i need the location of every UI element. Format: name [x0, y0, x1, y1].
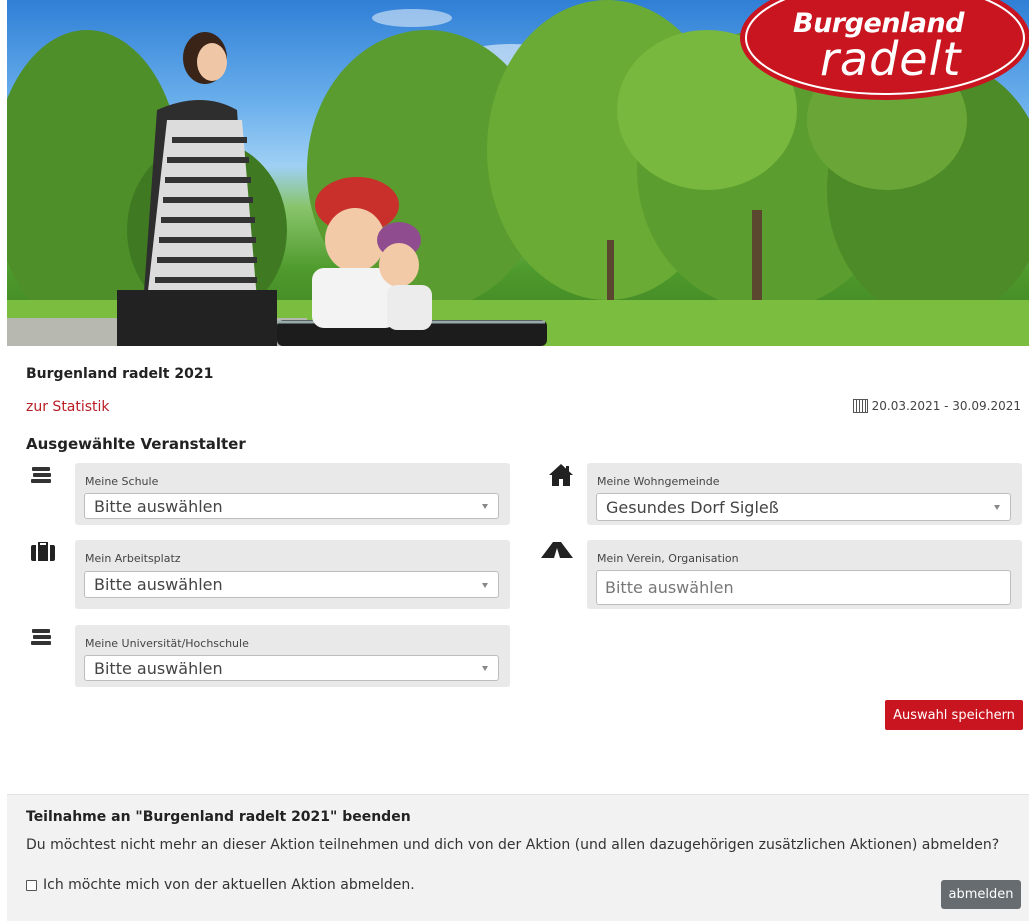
workplace-label: Mein Arbeitsplatz [85, 552, 181, 565]
workplace-group: Mein Arbeitsplatz Bitte auswählen [75, 540, 510, 609]
chevron-down-icon [994, 505, 1000, 510]
university-group: Meine Universität/Hochschule Bitte auswä… [75, 625, 510, 687]
home-icon [549, 464, 573, 486]
leave-confirm-checkbox[interactable] [26, 879, 37, 891]
leave-confirm-option[interactable]: Ich möchte mich von der aktuellen Aktion… [26, 877, 415, 893]
club-input[interactable]: Bitte auswählen [596, 570, 1011, 605]
unsubscribe-button[interactable]: abmelden [941, 880, 1021, 909]
school-group: Meine Schule Bitte auswählen [75, 463, 510, 525]
leave-event-section: Teilnahme an "Burgenland radelt 2021" be… [7, 794, 1029, 921]
chevron-down-icon [482, 582, 488, 588]
municipality-label: Meine Wohngemeinde [597, 475, 720, 488]
university-label: Meine Universität/Hochschule [85, 637, 249, 650]
calendar-icon [852, 399, 868, 413]
school-select[interactable]: Bitte auswählen [84, 493, 499, 519]
club-input-placeholder: Bitte auswählen [605, 578, 734, 597]
workplace-select[interactable]: Bitte auswählen [84, 571, 499, 598]
books-icon [31, 467, 51, 483]
books-icon [31, 629, 51, 645]
club-group: Mein Verein, Organisation Bitte auswähle… [587, 540, 1022, 609]
tent-icon [541, 542, 573, 558]
club-label: Mein Verein, Organisation [597, 552, 739, 565]
statistics-link[interactable]: zur Statistik [26, 399, 110, 415]
event-title: Burgenland radelt 2021 [26, 366, 214, 382]
chevron-down-icon [482, 666, 488, 671]
leave-title: Teilnahme an "Burgenland radelt 2021" be… [26, 809, 411, 825]
hero-banner: Burgenland radelt [7, 0, 1029, 346]
school-select-value: Bitte auswählen [94, 496, 223, 516]
municipality-select-value: Gesundes Dorf Sigleß [606, 497, 779, 517]
university-select-value: Bitte auswählen [94, 658, 223, 678]
school-label: Meine Schule [85, 475, 159, 488]
logo-line2: radelt [820, 32, 962, 86]
date-range-text: 20.03.2021 - 30.09.2021 [871, 399, 1021, 413]
leave-question: Du möchtest nicht mehr an dieser Aktion … [26, 837, 1000, 853]
event-date-range: 20.03.2021 - 30.09.2021 [852, 399, 1021, 413]
briefcase-icon [31, 542, 55, 561]
municipality-select[interactable]: Gesundes Dorf Sigleß [596, 493, 1011, 521]
event-panel: Burgenland radelt 2021 zur Statistik 20.… [7, 346, 1029, 794]
leave-confirm-label: Ich möchte mich von der aktuellen Aktion… [43, 877, 415, 893]
workplace-select-value: Bitte auswählen [94, 575, 223, 594]
burgenland-radelt-logo: Burgenland radelt [735, 0, 1029, 104]
university-select[interactable]: Bitte auswählen [84, 655, 499, 681]
save-selection-button[interactable]: Auswahl speichern [885, 700, 1023, 730]
municipality-group: Meine Wohngemeinde Gesundes Dorf Sigleß [587, 463, 1022, 525]
organizers-title: Ausgewählte Veranstalter [26, 435, 246, 453]
chevron-down-icon [482, 504, 488, 509]
